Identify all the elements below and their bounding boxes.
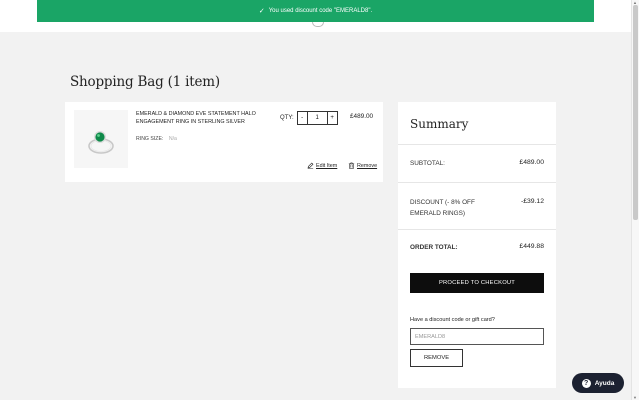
discount-value: -£39.12 xyxy=(520,198,544,205)
promo-code-label: Have a discount code or gift card? xyxy=(410,317,495,323)
quantity-stepper: QTY: - 1 + xyxy=(280,111,338,125)
order-total-label: ORDER TOTAL: xyxy=(410,244,458,251)
help-chat-button[interactable]: ? Ayuda xyxy=(572,373,624,393)
summary-divider xyxy=(398,182,556,183)
cart-item: EMERALD & DIAMOND EVE STATEMENT HALO ENG… xyxy=(65,102,383,182)
pencil-icon xyxy=(307,162,314,169)
order-summary: Summary SUBTOTAL: £489.00 DISCOUNT (- 8%… xyxy=(398,102,556,388)
ring-size-label: RING SIZE: xyxy=(136,136,164,142)
ring-size: RING SIZE: N/a xyxy=(136,136,177,142)
order-total-value: £449.88 xyxy=(519,243,544,250)
subtotal-label: SUBTOTAL: xyxy=(410,160,445,167)
promo-code-input[interactable] xyxy=(410,328,544,345)
summary-title: Summary xyxy=(410,117,469,131)
scroll-down-arrow-icon[interactable]: ▼ xyxy=(633,395,637,400)
page-title: Shopping Bag (1 item) xyxy=(70,74,220,90)
ring-size-value: N/a xyxy=(168,136,177,142)
qty-label: QTY: xyxy=(280,115,294,121)
item-price: £489.00 xyxy=(350,113,374,120)
edit-item-label: Edit Item xyxy=(316,162,338,169)
scroll-thumb[interactable] xyxy=(633,5,638,220)
product-name[interactable]: EMERALD & DIAMOND EVE STATEMENT HALO ENG… xyxy=(136,110,271,127)
question-icon: ? xyxy=(581,378,591,388)
qty-increase-button[interactable]: + xyxy=(328,112,337,124)
edit-item-link[interactable]: Edit Item xyxy=(307,162,337,169)
qty-input[interactable]: 1 xyxy=(306,112,328,124)
remove-item-label: Remove xyxy=(357,162,378,169)
discount-label: DISCOUNT (- 8% OFF EMERALD RINGS) xyxy=(410,199,475,217)
remove-item-link[interactable]: Remove xyxy=(348,162,377,169)
remove-discount-button[interactable]: REMOVE xyxy=(410,349,463,367)
check-icon: ✓ xyxy=(258,8,265,15)
toast-message: You used discount code "EMERALD8". xyxy=(268,8,373,14)
product-image[interactable] xyxy=(74,110,128,168)
qty-decrease-button[interactable]: - xyxy=(298,112,307,124)
subtotal-value: £489.00 xyxy=(519,159,544,166)
scrollbar[interactable]: ▲ ▼ xyxy=(631,0,639,400)
qty-box: - 1 + xyxy=(296,111,338,125)
discount-toast: ✓ You used discount code "EMERALD8". xyxy=(37,0,594,22)
summary-divider xyxy=(398,144,556,145)
trash-icon xyxy=(348,162,355,169)
summary-divider xyxy=(398,229,556,230)
proceed-to-checkout-button[interactable]: PROCEED TO CHECKOUT xyxy=(410,273,544,293)
help-label: Ayuda xyxy=(594,379,615,387)
